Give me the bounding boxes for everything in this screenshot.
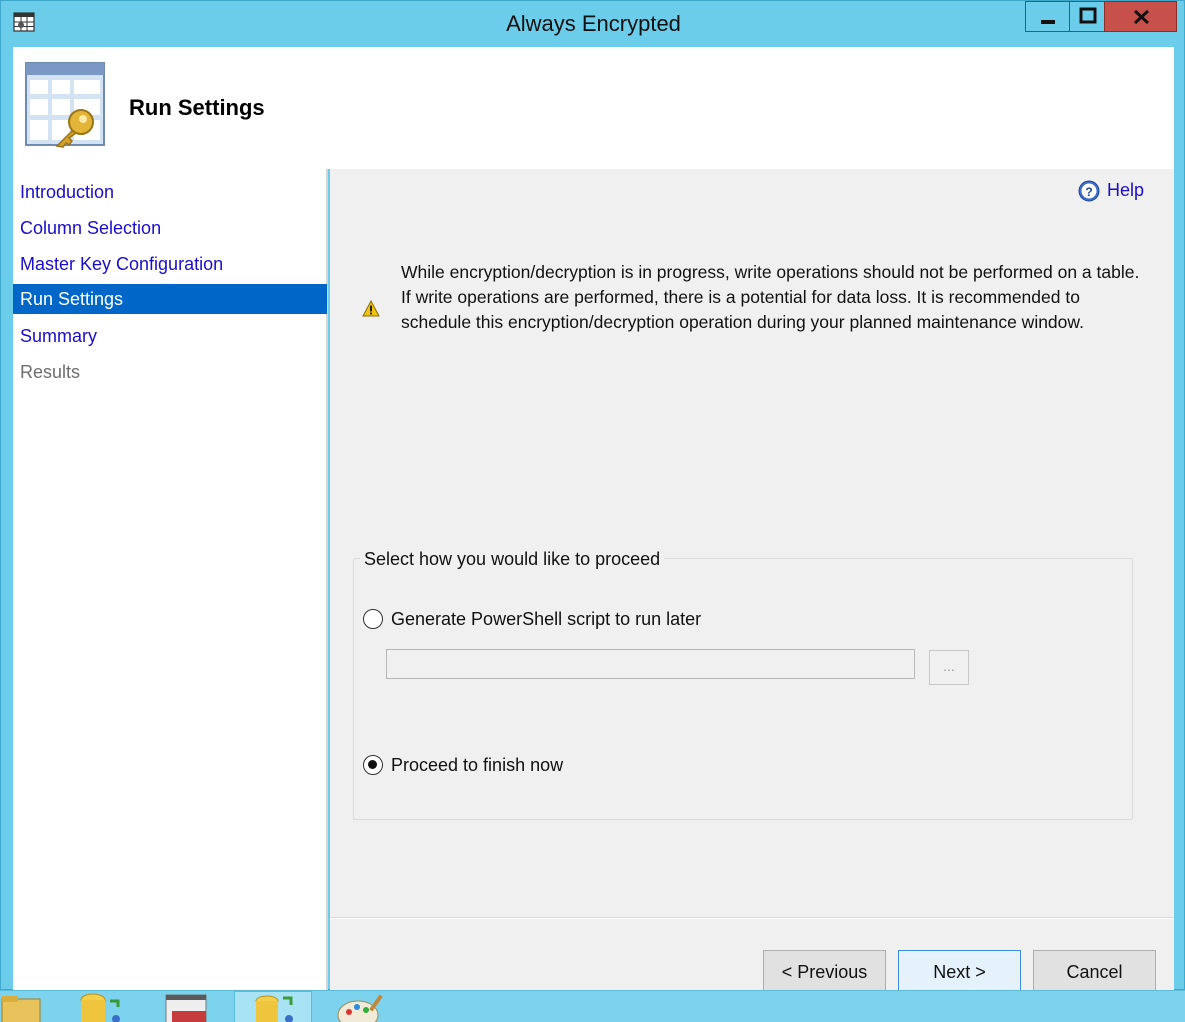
page-title: Run Settings: [129, 95, 265, 120]
browse-button: ...: [929, 650, 969, 685]
script-path-input: [386, 649, 915, 679]
run-settings-panel: ? Help While encryption/decryption is in…: [330, 169, 1174, 994]
wizard-header: Run Settings: [13, 47, 1174, 169]
generate-powershell-radio[interactable]: [363, 609, 383, 629]
file-explorer-icon[interactable]: [0, 991, 50, 1022]
wizard-window: Always Encrypted Run Settings Introducti…: [0, 0, 1185, 994]
warning-icon: [362, 299, 380, 317]
svg-text:?: ?: [1085, 185, 1092, 199]
nav-item-introduction[interactable]: Introduction: [13, 177, 327, 207]
proceed-to-finish-label[interactable]: Proceed to finish now: [391, 755, 563, 776]
taskbar: [0, 990, 1185, 1022]
proceed-options-group: [353, 558, 1133, 820]
maximize-button[interactable]: [1069, 1, 1105, 32]
nav-item-column-selection[interactable]: Column Selection: [13, 213, 327, 243]
paint-icon[interactable]: [322, 991, 402, 1022]
proceed-to-finish-radio[interactable]: [363, 755, 383, 775]
always-encrypted-task[interactable]: [234, 991, 312, 1022]
generate-powershell-label[interactable]: Generate PowerShell script to run later: [391, 609, 701, 630]
window-title: Always Encrypted: [506, 11, 681, 36]
nav-item-results: Results: [20, 362, 81, 382]
radio-selected-dot: [368, 760, 377, 769]
wizard-step-nav: Introduction Column Selection Master Key…: [13, 169, 328, 991]
previous-button[interactable]: < Previous: [763, 950, 886, 994]
help-label[interactable]: Help: [1107, 180, 1144, 201]
nav-item-summary[interactable]: Summary: [13, 321, 327, 351]
toolbox-icon[interactable]: [160, 991, 220, 1022]
minimize-button[interactable]: [1025, 1, 1070, 32]
cancel-button[interactable]: Cancel: [1033, 950, 1156, 994]
database-tool-icon[interactable]: [72, 991, 132, 1022]
table-key-icon: [25, 61, 107, 149]
write-operations-warning: While encryption/decryption is in progre…: [401, 262, 1140, 332]
footer-divider: [330, 917, 1174, 919]
help-icon: ?: [1078, 180, 1100, 202]
close-button[interactable]: [1104, 1, 1177, 32]
nav-item-run-settings[interactable]: Run Settings: [13, 284, 327, 314]
title-bar: Always Encrypted: [1, 1, 1185, 47]
nav-item-master-key-configuration[interactable]: Master Key Configuration: [13, 249, 327, 279]
next-button[interactable]: Next >: [898, 950, 1021, 994]
proceed-options-label: Select how you would like to proceed: [360, 549, 665, 570]
